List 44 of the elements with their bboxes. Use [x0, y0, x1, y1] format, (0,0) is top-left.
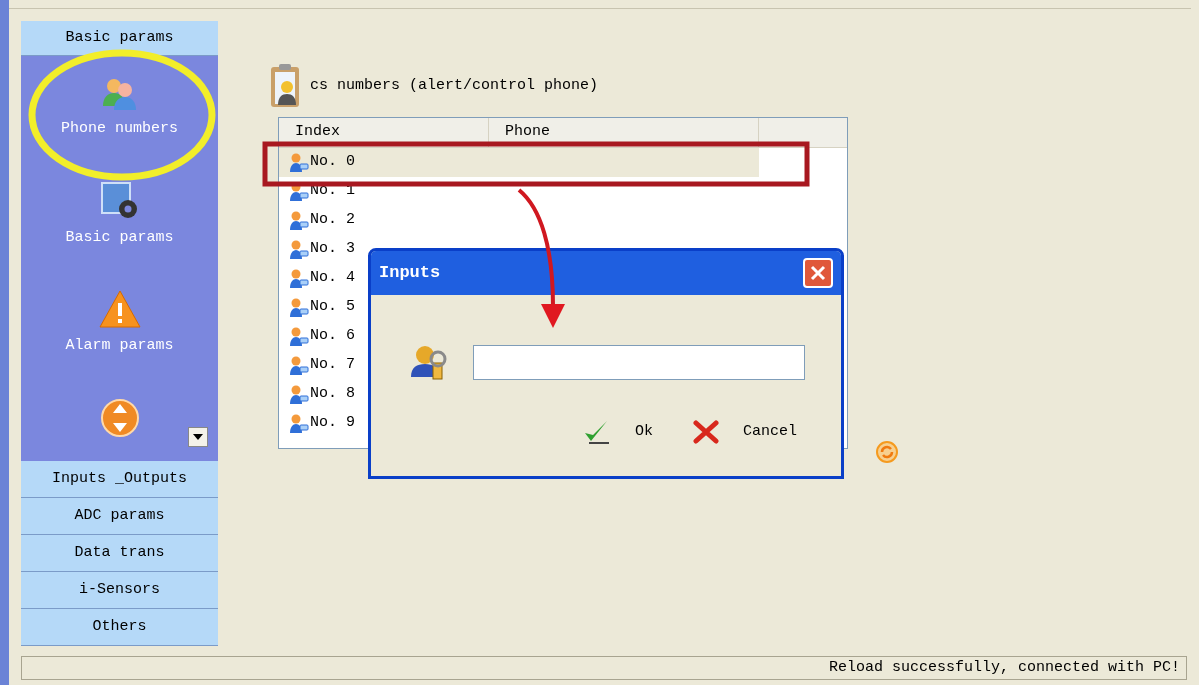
row-index: No. 9 [310, 413, 355, 434]
sidebar-header[interactable]: Basic params [21, 21, 218, 56]
person-phone-icon [289, 210, 309, 231]
table-row[interactable]: No. 0 [279, 148, 759, 177]
close-button[interactable] [803, 258, 833, 288]
cancel-button[interactable]: Cancel [693, 419, 797, 445]
up-down-arrows-icon [99, 397, 140, 438]
person-wrench-icon [409, 343, 449, 381]
row-index: No. 8 [310, 384, 355, 405]
person-phone-icon [289, 297, 309, 318]
input-field[interactable] [473, 344, 805, 380]
status-text: Reload successfully, connected with PC! [828, 657, 1180, 678]
person-phone-icon [289, 384, 309, 405]
person-phone-icon [289, 326, 309, 347]
row-index: No. 6 [310, 326, 355, 347]
dialog-title: Inputs [379, 262, 441, 285]
ok-button[interactable]: Ok [582, 419, 653, 445]
row-index: No. 7 [310, 355, 355, 376]
person-phone-icon [289, 239, 309, 260]
scroll-down-button[interactable] [188, 427, 208, 447]
row-index: No. 2 [310, 210, 355, 231]
person-phone-icon [289, 355, 309, 376]
person-phone-icon [289, 152, 309, 173]
column-header[interactable]: Index [279, 118, 489, 147]
sidebar-section[interactable]: ADC params [21, 498, 218, 535]
clipboard-person-icon [270, 63, 302, 109]
sidebar-section[interactable]: i-Sensors [21, 572, 218, 609]
row-index: No. 5 [310, 297, 355, 318]
sidebar-section[interactable]: Inputs _Outputs [21, 461, 218, 498]
row-index: No. 0 [310, 152, 355, 173]
person-phone-icon [289, 413, 309, 434]
sidebar-section[interactable]: Others [21, 609, 218, 646]
sidebar-section[interactable]: Data trans [21, 535, 218, 572]
close-icon [810, 265, 826, 281]
row-index: No. 4 [310, 268, 355, 289]
row-index: No. 3 [310, 239, 355, 260]
refresh-icon [875, 440, 899, 464]
warning-icon [97, 289, 142, 329]
sidebar-item[interactable] [99, 397, 140, 438]
section-title: cs numbers (alert/control phone) [310, 75, 599, 96]
column-header[interactable]: Phone [489, 118, 759, 147]
cross-icon [693, 420, 719, 444]
caret-icon [193, 434, 203, 440]
person-phone-icon [289, 268, 309, 289]
